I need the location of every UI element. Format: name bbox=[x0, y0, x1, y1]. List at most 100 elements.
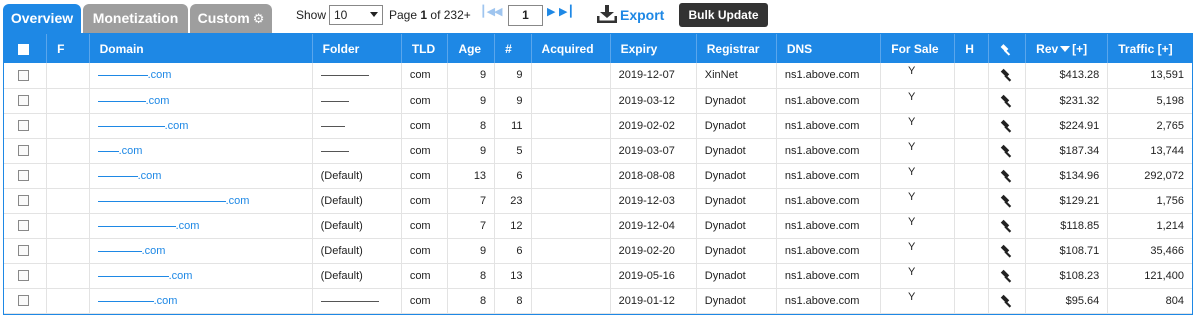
cell-domain[interactable]: .com bbox=[89, 238, 313, 264]
row-checkbox-cell[interactable] bbox=[4, 263, 48, 289]
row-checkbox[interactable] bbox=[18, 145, 29, 157]
table-row[interactable]: .com com 9 5 2019-03-07 Dynadot ns1.above.com Y… bbox=[4, 138, 1192, 164]
gavel-icon[interactable] bbox=[1000, 68, 1014, 82]
row-checkbox-cell[interactable] bbox=[4, 63, 48, 89]
domain-link[interactable]: .com bbox=[97, 220, 199, 232]
table-row[interactable]: .com (Default) com 7 12 2019-12-04 Dynadot ns1.… bbox=[4, 213, 1192, 239]
header-dns[interactable]: DNS bbox=[776, 34, 882, 63]
cell-auction[interactable] bbox=[988, 238, 1027, 264]
table-row[interactable]: .com com 8 8 2019-01-12 Dynadot ns1.above.com Y… bbox=[4, 288, 1192, 314]
first-page-icon[interactable]: ┃◀ bbox=[480, 5, 495, 18]
gavel-icon[interactable] bbox=[1000, 294, 1014, 308]
folder-text: (Default) bbox=[320, 194, 363, 207]
row-checkbox-cell[interactable] bbox=[4, 113, 48, 139]
cell-auction[interactable] bbox=[988, 263, 1027, 289]
header-expiry[interactable]: Expiry bbox=[610, 34, 697, 63]
cell-domain[interactable]: .com bbox=[89, 113, 313, 139]
table-row[interactable]: .com com 9 9 2019-12-07 XinNet ns1.above.com Y $… bbox=[4, 63, 1192, 89]
table-row[interactable]: .com (Default) com 9 6 2019-02-20 Dynadot ns1.a… bbox=[4, 238, 1192, 264]
tab-overview[interactable]: Overview bbox=[3, 4, 81, 33]
row-checkbox[interactable] bbox=[18, 95, 29, 107]
gavel-icon[interactable] bbox=[1000, 269, 1014, 283]
domain-link[interactable]: .com bbox=[97, 95, 169, 107]
cell-auction[interactable] bbox=[988, 213, 1027, 239]
header-auction[interactable] bbox=[988, 34, 1027, 63]
header-domain[interactable]: Domain bbox=[89, 34, 313, 63]
domain-link[interactable]: .com bbox=[97, 195, 249, 207]
header-traffic[interactable]: Traffic [+] bbox=[1107, 34, 1192, 63]
select-all-checkbox[interactable] bbox=[18, 43, 29, 55]
gavel-icon[interactable] bbox=[1000, 94, 1014, 108]
header-registrar[interactable]: Registrar bbox=[696, 34, 777, 63]
cell-auction[interactable] bbox=[988, 288, 1027, 314]
cell-auction[interactable] bbox=[988, 138, 1027, 164]
header-acquired[interactable]: Acquired bbox=[531, 34, 611, 63]
last-page-icon[interactable]: ▶┃ bbox=[559, 5, 574, 18]
row-checkbox[interactable] bbox=[18, 270, 29, 282]
row-checkbox[interactable] bbox=[18, 69, 29, 81]
row-checkbox-cell[interactable] bbox=[4, 138, 48, 164]
row-checkbox[interactable] bbox=[18, 170, 29, 182]
cell-auction[interactable] bbox=[988, 88, 1027, 114]
row-checkbox-cell[interactable] bbox=[4, 188, 48, 214]
tab-custom[interactable]: Custom ⚙ bbox=[190, 4, 272, 33]
cell-auction[interactable] bbox=[988, 163, 1027, 189]
row-checkbox-cell[interactable] bbox=[4, 238, 48, 264]
table-row[interactable]: .com com 9 9 2019-03-12 Dynadot ns1.above.com Y… bbox=[4, 88, 1192, 114]
row-checkbox-cell[interactable] bbox=[4, 88, 48, 114]
row-checkbox[interactable] bbox=[18, 120, 29, 132]
prev-page-icon[interactable]: ◀ bbox=[494, 5, 502, 18]
domain-link[interactable]: .com bbox=[97, 120, 188, 132]
cell-domain[interactable]: .com bbox=[89, 288, 313, 314]
table-row[interactable]: .com com 8 11 2019-02-02 Dynadot ns1.above.com… bbox=[4, 113, 1192, 139]
gavel-icon[interactable] bbox=[1000, 219, 1014, 233]
cell-domain[interactable]: .com bbox=[89, 188, 313, 214]
domain-link[interactable]: .com bbox=[97, 170, 161, 182]
cell-for-sale: Y bbox=[880, 138, 956, 164]
next-page-icon[interactable]: ▶ bbox=[547, 5, 555, 18]
table-row[interactable]: .com (Default) com 13 6 2018-08-08 Dynadot ns1.… bbox=[4, 163, 1192, 189]
tab-monetization[interactable]: Monetization bbox=[83, 4, 188, 33]
gavel-icon[interactable] bbox=[1000, 144, 1014, 158]
row-checkbox[interactable] bbox=[18, 295, 29, 307]
domain-link[interactable]: .com bbox=[97, 295, 177, 307]
bulk-update-button[interactable]: Bulk Update bbox=[679, 3, 768, 27]
gavel-icon[interactable] bbox=[1000, 169, 1014, 183]
cell-domain[interactable]: .com bbox=[89, 263, 313, 289]
header-rev-expand[interactable]: [+] bbox=[1072, 42, 1087, 56]
gavel-icon[interactable] bbox=[1000, 244, 1014, 258]
header-h[interactable]: H bbox=[954, 34, 989, 63]
row-checkbox[interactable] bbox=[18, 220, 29, 232]
header-f[interactable]: F bbox=[46, 34, 90, 63]
gavel-icon[interactable] bbox=[1000, 119, 1014, 133]
domain-link[interactable]: .com bbox=[97, 245, 165, 257]
page-number-input[interactable]: 1 bbox=[508, 5, 543, 26]
domain-link[interactable]: .com bbox=[97, 145, 142, 157]
page-size-select[interactable]: 10 bbox=[329, 5, 383, 25]
row-checkbox-cell[interactable] bbox=[4, 213, 48, 239]
header-for-sale[interactable]: For Sale bbox=[880, 34, 956, 63]
header-rev[interactable]: Rev [+] bbox=[1025, 34, 1109, 63]
row-checkbox-cell[interactable] bbox=[4, 288, 48, 314]
cell-domain[interactable]: .com bbox=[89, 88, 313, 114]
domain-link[interactable]: .com bbox=[97, 69, 171, 81]
header-tld[interactable]: TLD bbox=[401, 34, 449, 63]
cell-auction[interactable] bbox=[988, 113, 1027, 139]
header-count[interactable]: # bbox=[494, 34, 532, 63]
header-folder[interactable]: Folder bbox=[312, 34, 402, 63]
cell-domain[interactable]: .com bbox=[89, 138, 313, 164]
header-age[interactable]: Age bbox=[447, 34, 496, 63]
cell-domain[interactable]: .com bbox=[89, 63, 313, 89]
table-row[interactable]: .com (Default) com 8 13 2019-05-16 Dynadot ns1.… bbox=[4, 263, 1192, 289]
cell-domain[interactable]: .com bbox=[89, 213, 313, 239]
table-row[interactable]: .com (Default) com 7 23 2019-12-03 Dynadot ns1.… bbox=[4, 188, 1192, 214]
domain-link[interactable]: .com bbox=[97, 270, 192, 282]
row-checkbox[interactable] bbox=[18, 245, 29, 257]
cell-auction[interactable] bbox=[988, 63, 1027, 89]
gavel-icon[interactable] bbox=[1000, 194, 1014, 208]
cell-auction[interactable] bbox=[988, 188, 1027, 214]
row-checkbox-cell[interactable] bbox=[4, 163, 48, 189]
cell-domain[interactable]: .com bbox=[89, 163, 313, 189]
header-select-all[interactable] bbox=[4, 34, 48, 63]
row-checkbox[interactable] bbox=[18, 195, 29, 207]
